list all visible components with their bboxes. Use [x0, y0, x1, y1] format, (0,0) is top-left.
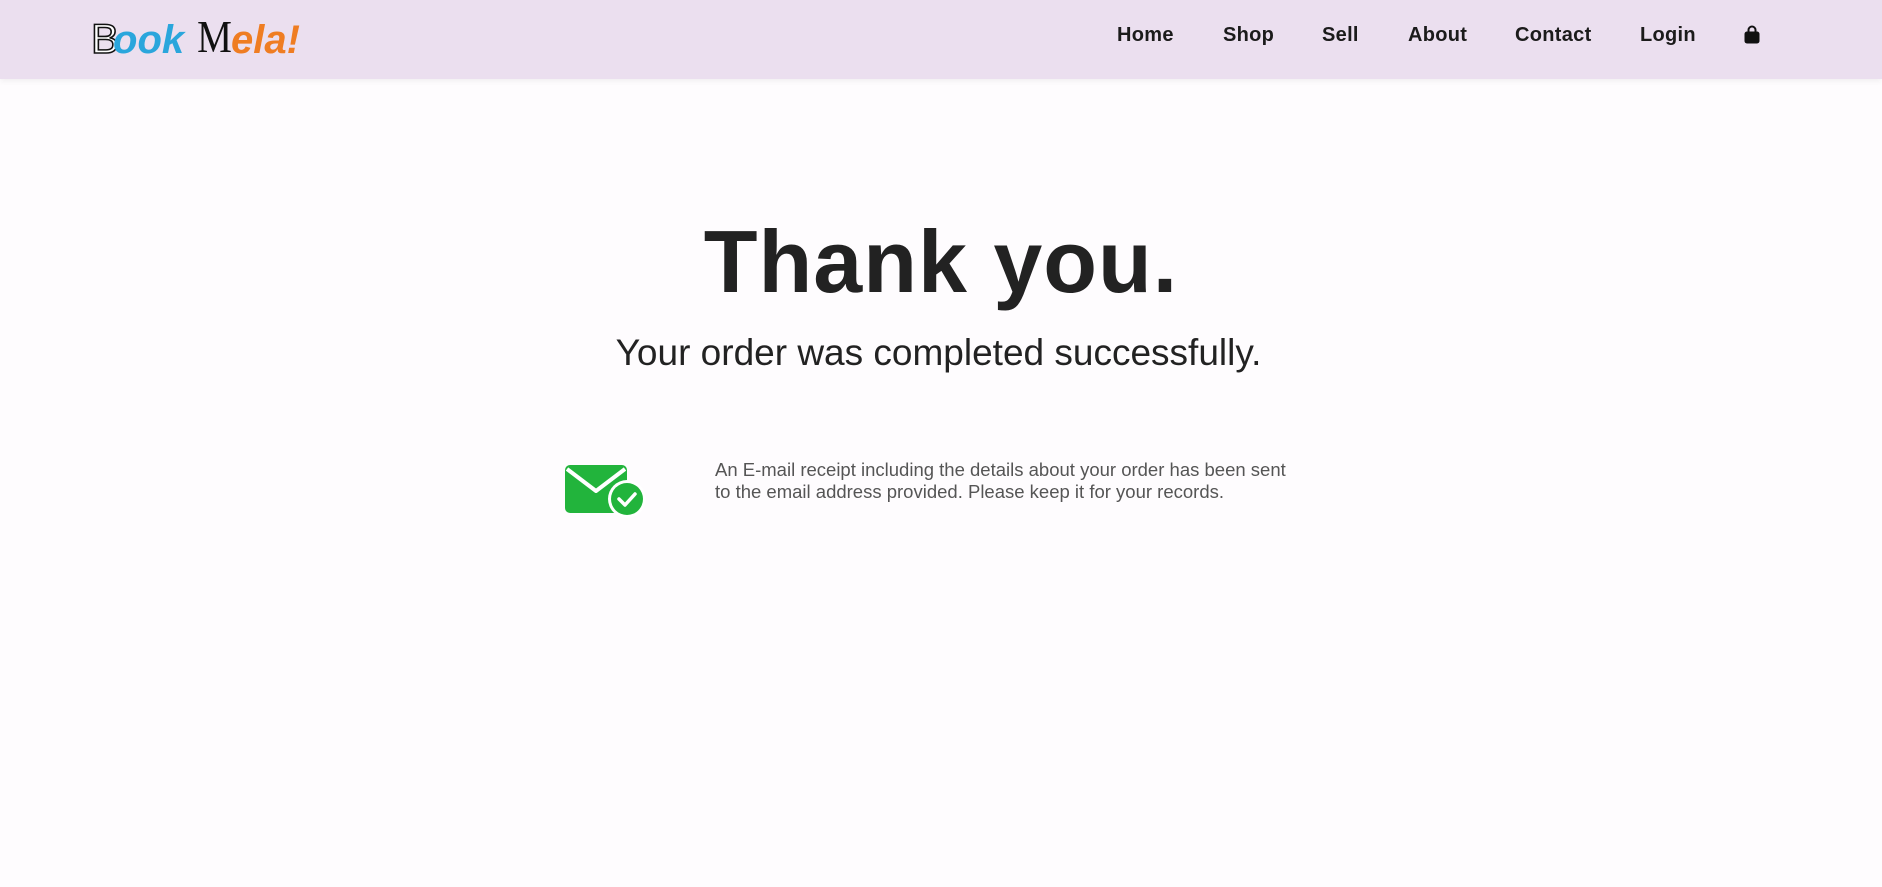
- logo-text-ela: ela!: [231, 18, 300, 62]
- nav-about-link[interactable]: About: [1408, 24, 1467, 47]
- site-logo[interactable]: B ook M ela!: [90, 11, 300, 62]
- navbar: B ook M ela! Home Shop Sell About Contac…: [0, 0, 1882, 79]
- nav-sell-link[interactable]: Sell: [1322, 24, 1359, 47]
- nav-shop-link[interactable]: Shop: [1223, 24, 1274, 47]
- envelope-check-icon: [564, 463, 646, 519]
- shopping-bag-icon[interactable]: [1742, 25, 1762, 45]
- nav-home-link[interactable]: Home: [1117, 24, 1174, 47]
- order-success-subtitle: Your order was completed successfully.: [615, 332, 1262, 373]
- logo-text-ook: ook: [113, 18, 185, 62]
- nav-login-link[interactable]: Login: [1640, 24, 1696, 47]
- page-title: Thank you.: [703, 212, 1179, 311]
- logo-letter-m: M: [197, 11, 232, 62]
- receipt-line-1: An E-mail receipt including the details …: [715, 459, 1286, 480]
- nav-contact-link[interactable]: Contact: [1515, 24, 1592, 47]
- receipt-line-2: to the email address provided. Please ke…: [715, 481, 1225, 502]
- receipt-message: An E-mail receipt including the details …: [715, 459, 1315, 503]
